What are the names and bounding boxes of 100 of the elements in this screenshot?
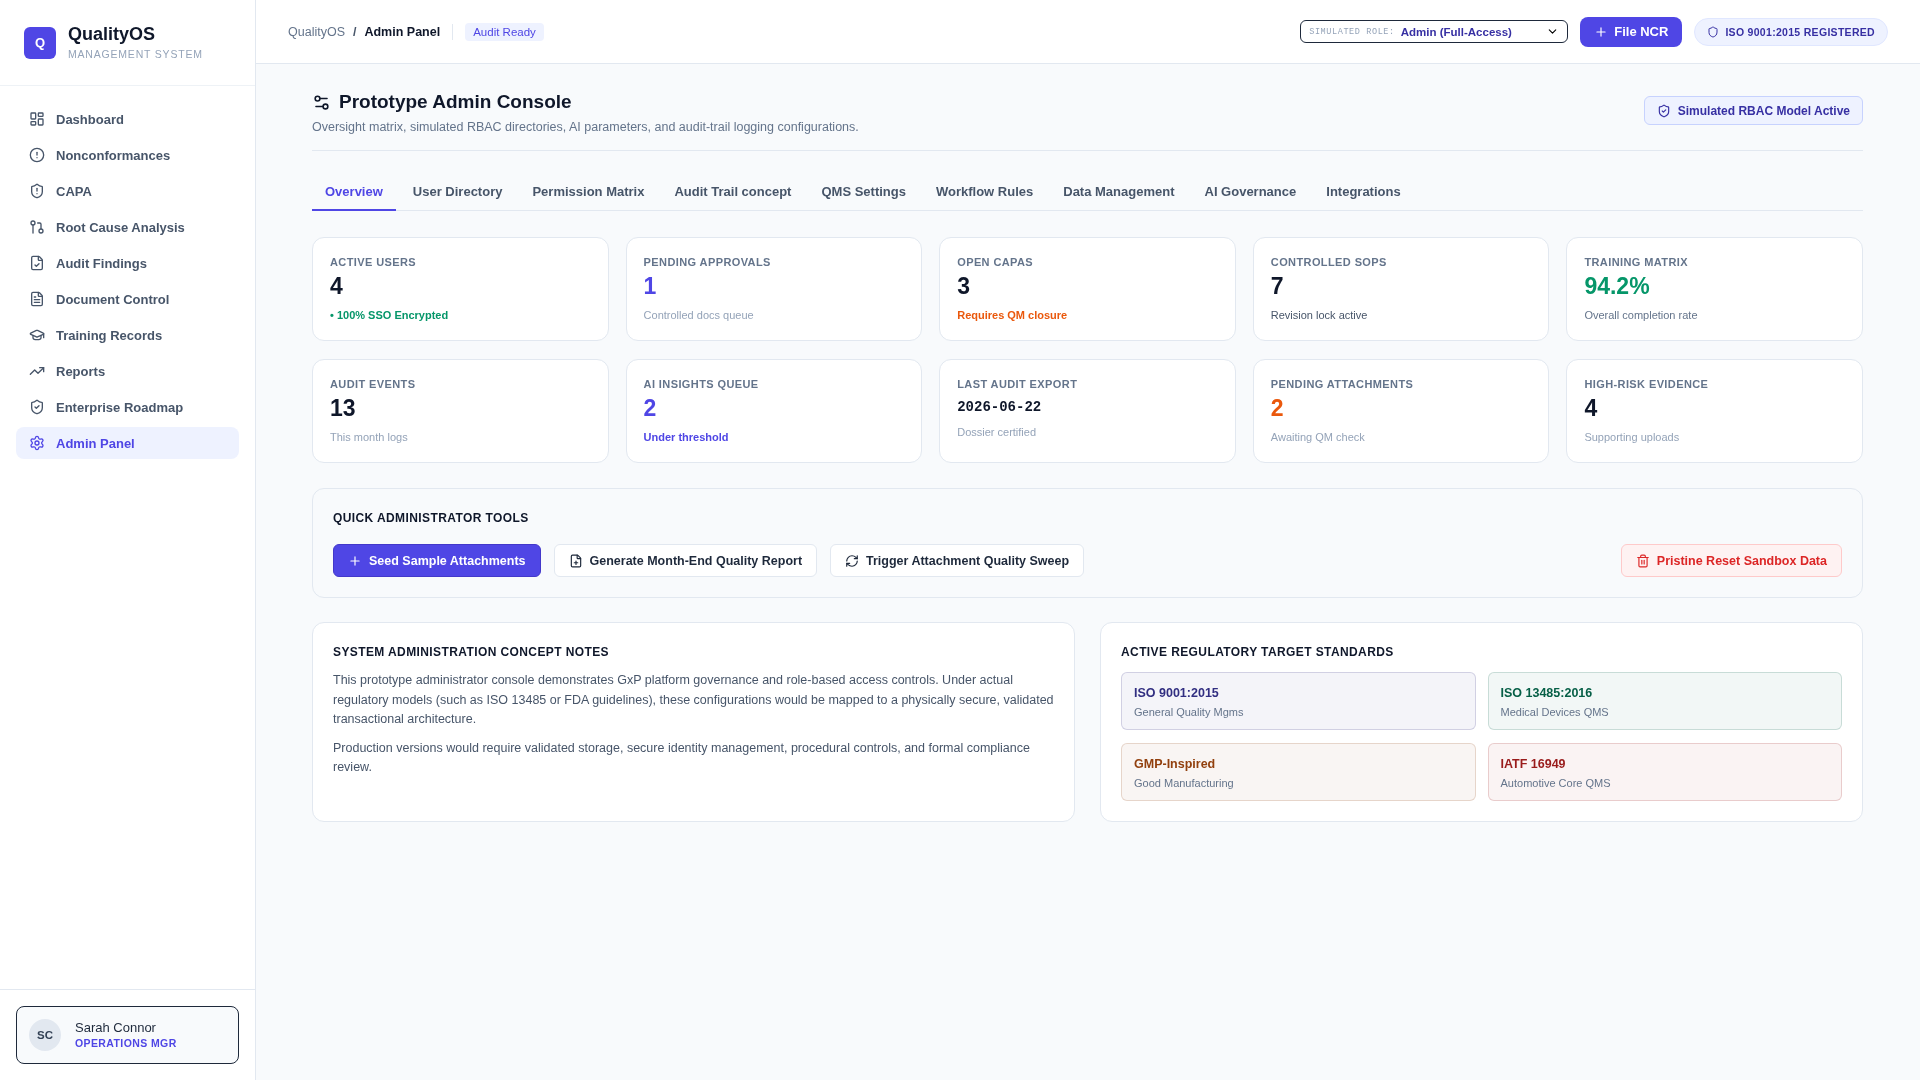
breadcrumb-link[interactable]: QualityOS bbox=[288, 24, 345, 39]
stat-label: AUDIT EVENTS bbox=[330, 377, 417, 391]
stat-label: HIGH-RISK EVIDENCE bbox=[1584, 377, 1710, 391]
section-title: QUICK ADMINISTRATOR TOOLS bbox=[333, 510, 530, 526]
sidebar-item[interactable]: Root Cause Analysis bbox=[16, 211, 239, 243]
grid-icon bbox=[29, 111, 45, 127]
stat-label: TRAINING MATRIX bbox=[1584, 255, 1689, 269]
stat-note: Revision lock active bbox=[1270, 308, 1369, 322]
tab[interactable]: Audit Trail concept bbox=[661, 173, 805, 211]
file-check-icon bbox=[29, 255, 45, 271]
status-badge: Audit Ready bbox=[465, 22, 544, 41]
stat-note: Awaiting QM check bbox=[1270, 430, 1366, 444]
stat-note: Requires QM closure bbox=[957, 308, 1069, 322]
certification-badge: ISO 9001:2015 REGISTERED bbox=[1694, 17, 1888, 46]
stat-value: 7 bbox=[1270, 272, 1285, 300]
stat-label: PENDING ATTACHMENTS bbox=[1270, 377, 1415, 391]
standard-description: General Quality Mgms bbox=[1134, 705, 1245, 719]
sidebar-item[interactable]: Training Records bbox=[16, 319, 239, 351]
shield-alert-icon bbox=[29, 183, 45, 199]
stat-value: 13 bbox=[330, 394, 357, 422]
section-title: SYSTEM ADMINISTRATION CONCEPT NOTES bbox=[333, 644, 610, 660]
tab[interactable]: User Directory bbox=[399, 173, 516, 211]
sidebar-item[interactable]: Admin Panel bbox=[16, 427, 239, 459]
sidebar-item[interactable]: Enterprise Roadmap bbox=[16, 391, 239, 423]
sidebar-item[interactable]: CAPA bbox=[16, 175, 239, 207]
standard-name: ISO 13485:2016 bbox=[1500, 685, 1594, 701]
logo-mark: Q bbox=[24, 26, 56, 59]
tool-button[interactable]: Generate Month-End Quality Report bbox=[553, 544, 818, 577]
trash-icon bbox=[1635, 553, 1650, 568]
plus-icon bbox=[1594, 24, 1609, 39]
user-role: OPERATIONS MGR bbox=[75, 1037, 177, 1050]
stat-label: LAST AUDIT EXPORT bbox=[957, 377, 1079, 391]
user-card[interactable]: SC Sarah Connor OPERATIONS MGR bbox=[16, 1006, 239, 1064]
standard-description: Automotive Core QMS bbox=[1500, 776, 1612, 790]
sidebar-item[interactable]: Reports bbox=[16, 355, 239, 387]
file-plus-icon bbox=[568, 553, 583, 568]
shield-check-icon bbox=[1656, 103, 1671, 118]
tool-button[interactable]: Trigger Attachment Quality Sweep bbox=[830, 544, 1085, 577]
stat-note: Supporting uploads bbox=[1584, 430, 1681, 444]
tool-button[interactable]: Pristine Reset Sandbox Data bbox=[1620, 544, 1842, 577]
stat-note: Dossier certified bbox=[957, 425, 1038, 439]
tab[interactable]: Overview bbox=[312, 173, 396, 211]
standard-description: Good Manufacturing bbox=[1134, 776, 1235, 790]
shield-icon bbox=[1707, 25, 1720, 38]
breadcrumb-separator: / bbox=[352, 24, 357, 39]
sidebar-item[interactable]: Document Control bbox=[16, 283, 239, 315]
tab[interactable]: QMS Settings bbox=[808, 173, 919, 211]
stat-note: • 100% SSO Encrypted bbox=[330, 308, 450, 322]
settings-icon bbox=[29, 435, 45, 451]
avatar: SC bbox=[29, 1019, 61, 1051]
sidebar-item[interactable]: Nonconformances bbox=[16, 139, 239, 171]
standard-name: ISO 9001:2015 bbox=[1134, 685, 1220, 701]
file-ncr-button[interactable]: File NCR bbox=[1580, 16, 1683, 47]
stat-label: ACTIVE USERS bbox=[330, 255, 418, 269]
tool-button[interactable]: Seed Sample Attachments bbox=[333, 544, 541, 577]
tab[interactable]: Workflow Rules bbox=[922, 173, 1047, 211]
tab[interactable]: Data Management bbox=[1050, 173, 1188, 211]
alert-circle-icon bbox=[29, 147, 45, 163]
section-title: ACTIVE REGULATORY TARGET STANDARDS bbox=[1121, 644, 1395, 660]
stat-value: 94.2% bbox=[1584, 272, 1651, 300]
stat-label: AI INSIGHTS QUEUE bbox=[643, 377, 760, 391]
document-icon bbox=[29, 291, 45, 307]
notes-paragraph: Production versions would require validated storage, secure identity management, procedural controls, and formal compliance review. bbox=[333, 739, 1031, 776]
stat-note: This month logs bbox=[330, 430, 409, 444]
standard-description: Medical Devices QMS bbox=[1500, 705, 1610, 719]
stat-label: PENDING APPROVALS bbox=[643, 255, 772, 269]
standard-name: GMP-Inspired bbox=[1134, 756, 1217, 772]
page-subtitle: Oversight matrix, simulated RBAC directories, AI parameters, and audit-trail logging configurations. bbox=[312, 119, 859, 135]
stat-value: 1 bbox=[643, 272, 658, 300]
tab[interactable]: AI Governance bbox=[1191, 173, 1310, 211]
user-name: Sarah Connor bbox=[75, 1020, 157, 1036]
standard-name: IATF 16949 bbox=[1500, 756, 1567, 772]
branch-icon bbox=[29, 219, 45, 235]
rbac-status-button[interactable]: Simulated RBAC Model Active bbox=[1643, 96, 1863, 125]
stat-date: 2026-06-22 bbox=[957, 398, 1043, 417]
tab[interactable]: Permission Matrix bbox=[519, 173, 658, 211]
stat-note: Controlled docs queue bbox=[643, 308, 755, 322]
stat-value: 2 bbox=[1270, 394, 1285, 422]
stat-value: 2 bbox=[643, 394, 658, 422]
stat-value: 3 bbox=[957, 272, 971, 300]
stat-value: 4 bbox=[1584, 394, 1599, 422]
shield-check-icon bbox=[29, 399, 45, 415]
stat-note: Under threshold bbox=[643, 430, 730, 444]
notes-paragraph: This prototype administrator console demonstrates GxP platform governance and role-based access controls. Under actual regulatory models (such as ISO 13485 or FDA guidelines), these configurations would be mapped to a physically secure, validated transactional architecture. bbox=[333, 672, 1054, 728]
plus-icon bbox=[348, 553, 362, 568]
tab[interactable]: Integrations bbox=[1313, 173, 1414, 211]
refresh-icon bbox=[845, 553, 860, 568]
stat-note: Overall completion rate bbox=[1584, 308, 1699, 322]
stat-value: 4 bbox=[330, 272, 344, 300]
sidebar-item[interactable]: Audit Findings bbox=[16, 247, 239, 279]
role-select[interactable]: SIMULATED ROLE: Admin (Full-Access) bbox=[1300, 20, 1569, 43]
breadcrumb-current: Admin Panel bbox=[364, 24, 441, 39]
sidebar-item[interactable]: Dashboard bbox=[16, 103, 239, 135]
sliders-icon bbox=[312, 92, 331, 112]
page-title: Prototype Admin Console bbox=[339, 90, 572, 114]
stat-label: CONTROLLED SOPS bbox=[1270, 255, 1388, 269]
brand-name: QualityOS bbox=[68, 24, 157, 45]
stat-label: OPEN CAPAS bbox=[957, 255, 1035, 269]
brand-tagline: MANAGEMENT SYSTEM bbox=[68, 48, 203, 61]
graduation-cap-icon bbox=[29, 327, 45, 343]
